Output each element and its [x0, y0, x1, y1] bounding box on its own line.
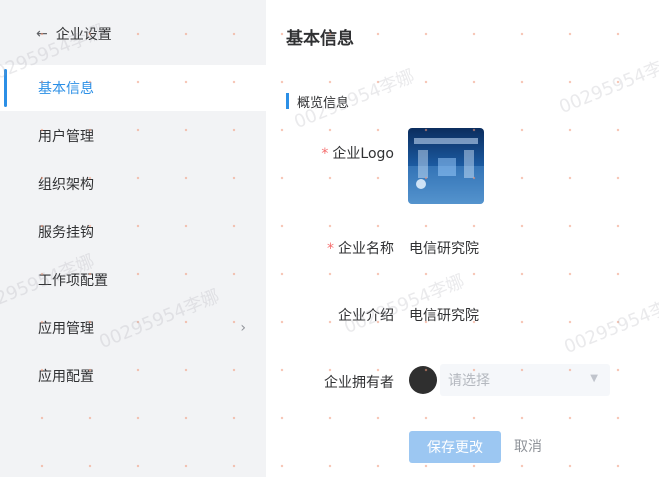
required-marker: *: [321, 146, 329, 162]
section-title: 概览信息: [286, 92, 350, 111]
sidebar-item-app-config[interactable]: 应用配置: [0, 353, 266, 399]
cancel-button[interactable]: 取消: [514, 436, 542, 456]
sidebar-item-label: 应用管理: [38, 321, 94, 337]
sidebar-item-label: 服务挂钩: [38, 225, 94, 241]
chevron-down-icon: ▼: [590, 373, 598, 384]
sidebar-item-label: 基本信息: [38, 81, 94, 97]
sidebar-item-user-management[interactable]: 用户管理: [0, 113, 266, 159]
company-intro-value[interactable]: 电信研究院: [409, 305, 479, 325]
section-accent-bar: [286, 93, 289, 109]
sidebar-item-organization[interactable]: 组织架构: [0, 161, 266, 207]
owner-select[interactable]: 请选择 ▼: [440, 364, 610, 396]
chevron-right-icon: ›: [240, 320, 246, 336]
sidebar: ← 企业设置 基本信息 用户管理 组织架构 服务挂钩 工作项配置 应用管理 › …: [0, 0, 266, 477]
sidebar-item-basic-info[interactable]: 基本信息: [0, 65, 266, 111]
company-name-value[interactable]: 电信研究院: [409, 238, 479, 258]
sidebar-item-label: 应用配置: [38, 369, 94, 385]
sidebar-item-label: 用户管理: [38, 129, 94, 145]
sidebar-title: 企业设置: [55, 27, 112, 43]
sidebar-item-work-item-config[interactable]: 工作项配置: [0, 257, 266, 303]
sidebar-item-app-management[interactable]: 应用管理 ›: [0, 305, 266, 351]
company-name-label-text: 企业名称: [338, 241, 394, 257]
sidebar-item-service-hooks[interactable]: 服务挂钩: [0, 209, 266, 255]
company-intro-label: 企业介绍: [338, 308, 394, 324]
company-logo-image: [408, 128, 484, 204]
save-button[interactable]: 保存更改: [409, 431, 501, 463]
avatar: [409, 366, 437, 394]
logo-label: * 企业Logo: [266, 143, 394, 163]
section-title-text: 概览信息: [297, 95, 350, 111]
company-logo[interactable]: [408, 128, 484, 204]
owner-select-placeholder: 请选择: [448, 373, 490, 389]
required-marker: *: [327, 241, 334, 257]
logo-label-text: 企业Logo: [332, 146, 394, 162]
main-content: 基本信息 概览信息 * 企业Logo * 企业名称 电信研究院 企业介绍 电信研…: [266, 0, 659, 477]
company-name-label: * 企业名称: [266, 238, 394, 258]
arrow-left-icon[interactable]: ←: [36, 26, 48, 42]
sidebar-item-label: 组织架构: [38, 177, 94, 193]
sidebar-item-label: 工作项配置: [38, 273, 108, 289]
owner-label: 企业拥有者: [324, 375, 394, 391]
page-title: 基本信息: [286, 29, 354, 49]
sidebar-back-header[interactable]: ← 企业设置: [36, 22, 112, 46]
